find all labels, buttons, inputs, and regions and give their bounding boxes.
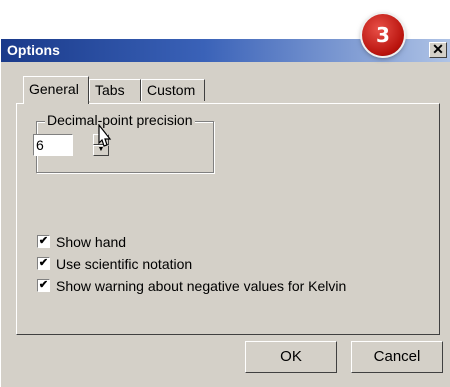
tab-custom[interactable]: Custom [141, 79, 205, 101]
tab-general[interactable]: General [23, 76, 89, 104]
show-hand-label: Show hand [56, 234, 127, 250]
options-dialog: Options ✕ General Tabs Custom Decimal-po… [0, 38, 450, 387]
tab-tabs-label: Tabs [95, 82, 125, 98]
precision-input[interactable]: 6 [33, 134, 73, 156]
tab-tabs[interactable]: Tabs [89, 79, 141, 101]
general-tab-panel: Decimal-point precision 6 ▲ ▼ ✔ Show han… [16, 103, 440, 335]
cancel-button-label: Cancel [373, 348, 421, 365]
tab-general-label: General [29, 81, 79, 97]
close-icon: ✕ [432, 41, 444, 57]
close-button[interactable]: ✕ [429, 42, 447, 58]
checkmark-icon: ✔ [38, 235, 49, 247]
ok-button[interactable]: OK [245, 341, 337, 373]
precision-value: 6 [36, 137, 44, 153]
window-title: Options [7, 42, 60, 58]
show-hand-checkbox[interactable]: ✔ [37, 235, 50, 248]
scientific-notation-label: Use scientific notation [56, 256, 193, 272]
step-number-badge: 3 [362, 14, 404, 56]
checkmark-icon: ✔ [38, 279, 49, 291]
ok-button-label: OK [280, 348, 302, 365]
step-number: 3 [376, 23, 390, 47]
checkmark-icon: ✔ [38, 257, 49, 269]
kelvin-warning-checkbox[interactable]: ✔ [37, 279, 50, 292]
cancel-button[interactable]: Cancel [351, 341, 443, 373]
kelvin-warning-label: Show warning about negative values for K… [56, 278, 347, 294]
pointer-cursor-icon [98, 124, 112, 147]
tab-custom-label: Custom [147, 82, 196, 98]
precision-group-label: Decimal-point precision [45, 112, 195, 128]
scientific-notation-checkbox[interactable]: ✔ [37, 257, 50, 270]
